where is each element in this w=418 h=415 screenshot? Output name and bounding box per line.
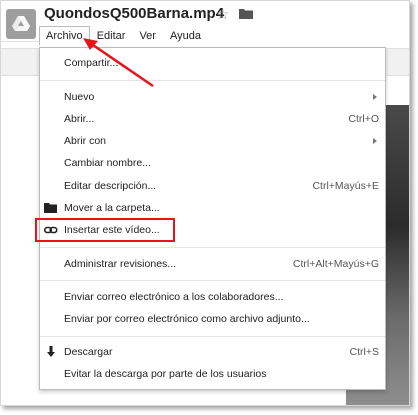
menu-item-shortcut: Ctrl+Mayús+E — [312, 180, 379, 192]
menu-item-label: Abrir... — [64, 113, 95, 125]
folder-icon — [44, 203, 57, 213]
menu-item-administrar-revisiones[interactable]: Administrar revisiones... Ctrl+Alt+Mayús… — [40, 254, 385, 274]
menu-separator — [40, 247, 385, 248]
menu-item-label: Abrir con — [64, 135, 107, 147]
header-divider — [1, 41, 39, 42]
menu-item-correo-adjunto[interactable]: Enviar por correo electrónico como archi… — [40, 309, 385, 329]
menu-item-label: Mover a la carpeta... — [64, 202, 160, 214]
google-drive-icon[interactable] — [6, 9, 36, 39]
menu-item-abrir[interactable]: Abrir... Ctrl+O — [40, 109, 385, 129]
menu-item-label: Enviar correo electrónico a los colabora… — [64, 291, 284, 303]
star-outline-icon[interactable]: ☆ — [216, 5, 229, 23]
menu-item-shortcut: Ctrl+S — [349, 346, 379, 358]
menu-item-label: Enviar por correo electrónico como archi… — [64, 313, 310, 325]
annotation-highlight-box — [35, 218, 175, 242]
document-title[interactable]: QuondosQ500Barna.mp4 — [44, 5, 224, 22]
menu-item-shortcut: Ctrl+Alt+Mayús+G — [292, 258, 379, 270]
menu-item-label: Editar descripción... — [64, 180, 157, 192]
folder-icon[interactable] — [239, 8, 253, 19]
menu-item-label: Cambiar nombre... — [64, 157, 151, 169]
menu-item-evitar-descarga[interactable]: Evitar la descarga por parte de los usua… — [40, 364, 385, 384]
submenu-arrow-icon — [373, 138, 377, 144]
menu-item-mover-carpeta[interactable]: Mover a la carpeta... — [40, 198, 385, 218]
drive-logo-shape — [12, 16, 30, 31]
screenshot-frame: QuondosQ500Barna.mp4 ☆ Archivo Editar Ve… — [0, 0, 410, 406]
menu-item-label: Administrar revisiones... — [64, 258, 177, 270]
menu-item-label: Nuevo — [64, 91, 95, 103]
menu-item-label: Descargar — [64, 346, 113, 358]
menu-item-editar-descripcion[interactable]: Editar descripción... Ctrl+Mayús+E — [40, 176, 385, 196]
menu-item-correo-colaboradores[interactable]: Enviar correo electrónico a los colabora… — [40, 287, 385, 307]
menu-item-abrir-con[interactable]: Abrir con — [40, 131, 385, 151]
menu-ayuda[interactable]: Ayuda — [163, 26, 208, 46]
annotation-arrow-icon — [83, 38, 154, 88]
menu-item-label: Evitar la descarga por parte de los usua… — [64, 368, 267, 380]
submenu-arrow-icon — [373, 94, 377, 100]
menu-separator — [40, 280, 385, 281]
menu-separator — [40, 336, 385, 337]
menu-item-descargar[interactable]: Descargar Ctrl+S — [40, 342, 385, 362]
menu-item-shortcut: Ctrl+O — [348, 113, 379, 125]
menu-item-cambiar-nombre[interactable]: Cambiar nombre... — [40, 153, 385, 173]
download-arrow-icon — [47, 346, 55, 357]
